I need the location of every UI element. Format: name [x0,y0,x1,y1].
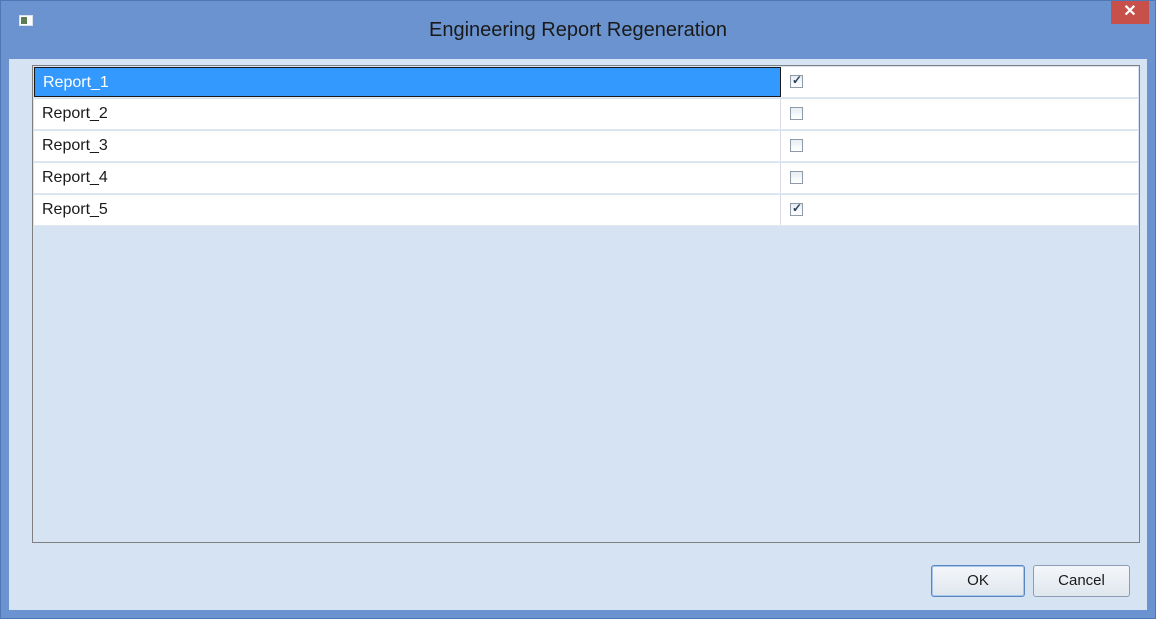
report-checkbox[interactable] [790,171,803,184]
report-name[interactable]: Report_2 [34,99,781,129]
report-checkbox[interactable] [790,139,803,152]
checkbox-check-icon: ✓ [792,201,803,215]
report-checkbox[interactable]: ✓ [790,73,803,88]
report-row[interactable]: Report_3 [34,131,1138,162]
cancel-button[interactable]: Cancel [1033,565,1130,597]
close-button[interactable]: ✕ [1111,1,1149,24]
dialog-body: Report_1 ✓ Report_2 Report_3 Report_4 Report_… [9,59,1147,610]
report-name[interactable]: Report_1 [34,67,781,97]
report-name[interactable]: Report_3 [34,131,781,161]
title-bar[interactable]: Engineering Report Regeneration ✕ [1,1,1155,59]
close-icon: ✕ [1123,3,1137,20]
report-row[interactable]: Report_4 [34,163,1138,194]
report-name[interactable]: Report_4 [34,163,781,193]
report-row[interactable]: Report_5 ✓ [34,195,1138,226]
report-checkbox[interactable]: ✓ [790,201,803,216]
report-list[interactable]: Report_1 ✓ Report_2 Report_3 Report_4 Report_… [32,65,1140,543]
report-name[interactable]: Report_5 [34,195,781,225]
ok-button[interactable]: OK [931,565,1025,597]
report-row[interactable]: Report_1 ✓ [34,67,1138,98]
window-title: Engineering Report Regeneration [429,19,727,41]
checkbox-check-icon: ✓ [792,73,803,87]
dialog-window: Engineering Report Regeneration ✕ Report… [0,0,1156,619]
report-checkbox[interactable] [790,107,803,120]
report-row[interactable]: Report_2 [34,99,1138,130]
